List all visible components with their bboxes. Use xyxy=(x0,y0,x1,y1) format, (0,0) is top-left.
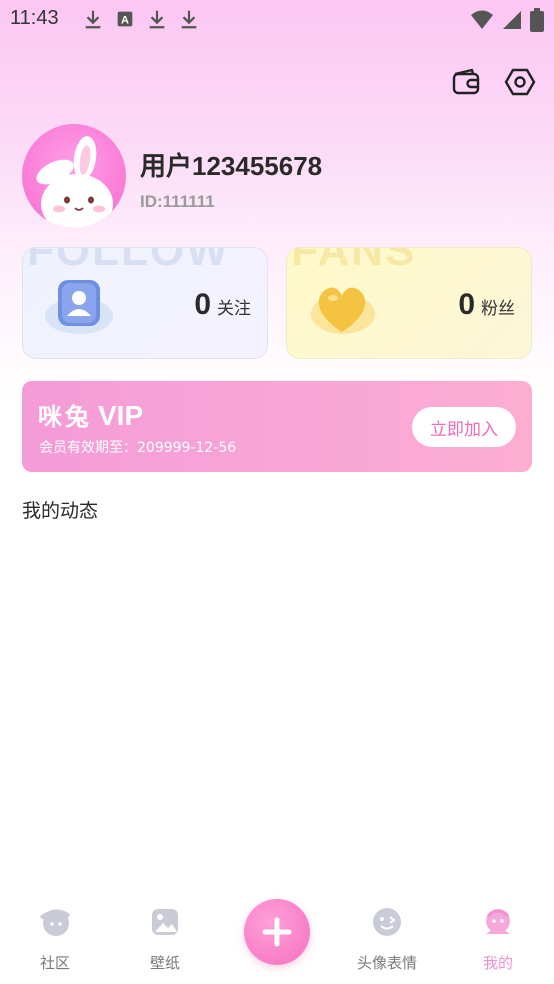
feed-title: 我的动态 xyxy=(22,500,99,522)
plus-icon xyxy=(262,917,292,947)
wallet-button[interactable] xyxy=(450,66,482,98)
fans-label: 粉丝 xyxy=(481,299,515,319)
vip-title-en: VIP xyxy=(98,400,144,431)
vip-banner[interactable]: 咪兔 VIP 会员有效期至：209999-12-56 立即加入 xyxy=(22,381,532,472)
status-time: 11:43 xyxy=(10,7,59,29)
vip-title: 咪兔 VIP xyxy=(38,397,143,432)
follow-count-group: 0 关注 xyxy=(194,288,251,322)
signal-icon xyxy=(503,11,521,29)
vip-expiry: 会员有效期至：209999-12-56 xyxy=(39,440,237,456)
svg-text:A: A xyxy=(121,15,129,27)
bottom-nav: 社区 壁纸 头像表情 我的 xyxy=(0,890,554,984)
app-a-icon: A xyxy=(117,11,133,27)
user-badge-icon xyxy=(45,280,113,334)
community-icon xyxy=(39,909,71,936)
follow-watermark: FOLLOW xyxy=(27,247,230,275)
wallet-icon xyxy=(452,68,480,95)
system-icons xyxy=(470,8,544,32)
battery-icon xyxy=(530,8,544,32)
follow-label: 关注 xyxy=(217,299,251,319)
nav-item-avatar-emoji[interactable]: 头像表情 xyxy=(342,904,432,973)
wallpaper-icon xyxy=(152,909,178,935)
follow-count: 0 xyxy=(194,288,211,321)
download-icon xyxy=(149,10,165,29)
fans-count: 0 xyxy=(458,288,475,321)
settings-button[interactable] xyxy=(504,66,536,98)
nav-item-community[interactable]: 社区 xyxy=(10,904,100,973)
profile-icon xyxy=(486,909,510,934)
heart-icon xyxy=(311,287,375,334)
wifi-icon xyxy=(471,10,493,29)
nav-item-wallpaper[interactable]: 壁纸 xyxy=(120,904,210,973)
nav-item-profile[interactable]: 我的 xyxy=(453,904,543,973)
header-actions xyxy=(450,66,536,98)
nav-label-profile: 我的 xyxy=(482,954,513,972)
nav-label-avatar-emoji: 头像表情 xyxy=(356,954,417,972)
fans-count-group: 0 粉丝 xyxy=(458,288,515,322)
nav-label-wallpaper: 壁纸 xyxy=(149,954,180,972)
notification-icons: A xyxy=(82,8,200,30)
download-icon xyxy=(85,10,101,29)
avatar[interactable] xyxy=(22,124,126,228)
settings-hexagon-icon xyxy=(504,68,536,96)
nav-add-button[interactable] xyxy=(244,899,310,965)
user-id: ID:111111 xyxy=(140,192,215,211)
follow-card[interactable]: FOLLOW 0 关注 xyxy=(22,247,268,359)
fans-card[interactable]: FANS 0 粉丝 xyxy=(286,247,532,359)
status-bar: 11:43 A xyxy=(0,0,554,38)
nav-label-community: 社区 xyxy=(39,954,70,972)
vip-join-button[interactable]: 立即加入 xyxy=(412,407,516,447)
bunny-avatar-icon xyxy=(36,136,113,228)
download-icon xyxy=(181,10,197,29)
fans-watermark: FANS xyxy=(291,247,417,275)
username: 用户123455678 xyxy=(140,151,323,181)
vip-title-cn: 咪兔 xyxy=(38,403,92,431)
face-emoji-icon xyxy=(373,908,401,936)
